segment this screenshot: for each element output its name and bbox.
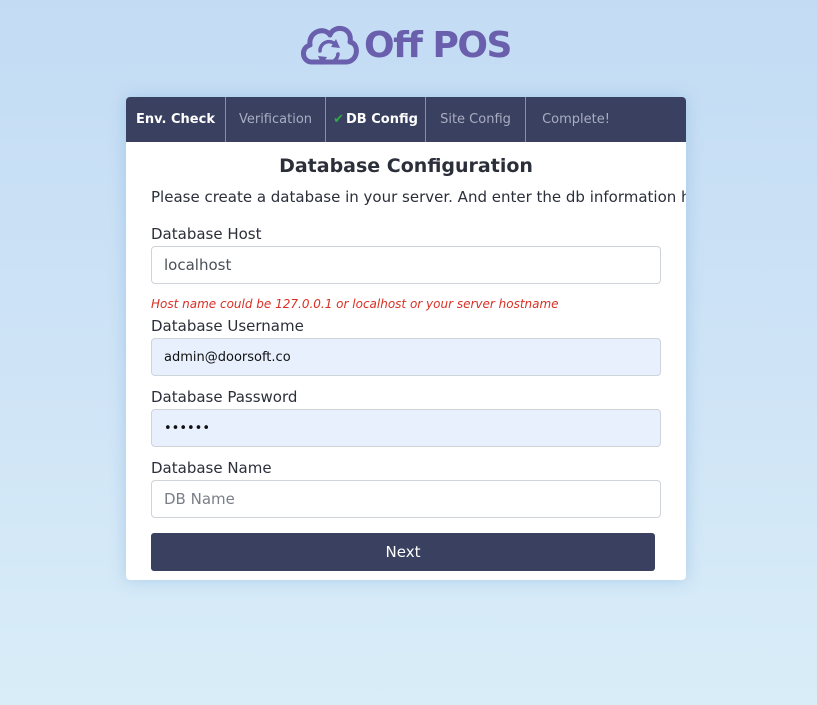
step-verification[interactable]: Verification <box>226 97 326 142</box>
db-username-label: Database Username <box>151 317 304 335</box>
db-host-input[interactable] <box>151 246 661 284</box>
db-name-label: Database Name <box>151 459 272 477</box>
db-host-label: Database Host <box>151 225 262 243</box>
db-name-input[interactable] <box>151 480 661 518</box>
step-label: Verification <box>238 112 313 127</box>
next-button[interactable]: Next <box>151 533 655 571</box>
db-password-input[interactable] <box>151 409 661 447</box>
brand-logo: Off POS <box>298 18 512 74</box>
db-host-hint: Host name could be 127.0.0.1 or localhos… <box>151 297 559 311</box>
form-intro: Please create a database in your server.… <box>151 188 686 206</box>
cloud-sync-icon <box>301 25 359 65</box>
step-env-check[interactable]: Env. Check <box>126 97 226 142</box>
db-password-label: Database Password <box>151 388 298 406</box>
form-content: Database Configuration Please create a d… <box>126 154 686 571</box>
step-label: Env. Check <box>136 112 215 127</box>
step-label: Complete! <box>542 112 610 127</box>
db-username-input[interactable] <box>151 338 661 376</box>
step-label: DB Config <box>346 112 418 127</box>
step-site-config[interactable]: Site Config <box>426 97 526 142</box>
step-label: Site Config <box>440 112 511 127</box>
step-complete[interactable]: Complete! <box>526 97 626 142</box>
step-db-config[interactable]: ✔ DB Config <box>326 97 426 142</box>
checkmark-icon: ✔ <box>333 112 344 127</box>
form-title: Database Configuration <box>279 155 533 177</box>
brand-name: Off POS <box>364 25 512 66</box>
setup-card: Env. Check Verification ✔ DB Config Site… <box>126 97 686 580</box>
setup-steps: Env. Check Verification ✔ DB Config Site… <box>126 97 686 142</box>
